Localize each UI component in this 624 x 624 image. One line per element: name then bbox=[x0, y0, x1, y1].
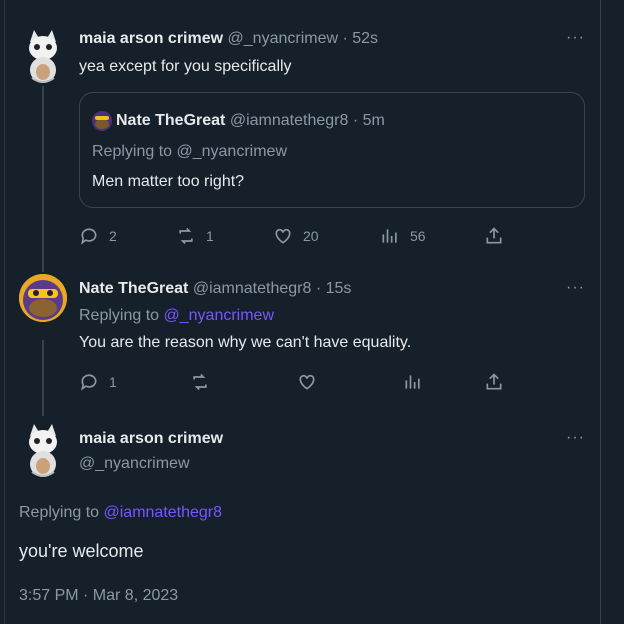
like-icon bbox=[275, 228, 291, 244]
share-icon bbox=[486, 227, 502, 244]
replying-to-label: Replying to bbox=[19, 504, 100, 521]
retweet-button[interactable] bbox=[190, 372, 210, 392]
quoted-author-name: Nate TheGreat bbox=[116, 112, 226, 129]
tweet-text: You are the reason why we can't have equ… bbox=[79, 334, 412, 351]
avatar bbox=[92, 111, 112, 131]
quoted-author-handle: @iamnatethegr8 bbox=[229, 112, 349, 129]
tweet-text: you're welcome bbox=[19, 541, 144, 561]
retweet-icon bbox=[193, 373, 207, 391]
like-button[interactable]: 20 bbox=[273, 226, 319, 246]
avatar[interactable] bbox=[22, 422, 64, 478]
replying-to-handle[interactable]: @_nyancrimew bbox=[164, 307, 275, 324]
author-handle[interactable]: @_nyancrimew bbox=[79, 455, 190, 473]
tweet-timestamp[interactable]: 3:57 PM · Mar 8, 2023 bbox=[19, 587, 178, 605]
more-icon[interactable]: ··· bbox=[566, 29, 585, 47]
replying-to: Replying to @_nyancrimew bbox=[79, 307, 274, 325]
retweet-icon bbox=[179, 227, 193, 245]
thread-connector bbox=[42, 340, 44, 416]
quoted-tweet-time: · 5m bbox=[352, 112, 385, 129]
author-handle[interactable]: @iamnatethegr8 bbox=[193, 280, 312, 297]
reply-icon bbox=[81, 374, 97, 391]
reply-button[interactable]: 1 bbox=[79, 372, 117, 392]
tweet-time[interactable]: · 52s bbox=[342, 30, 378, 47]
share-button[interactable] bbox=[484, 372, 504, 392]
more-icon[interactable]: ··· bbox=[566, 429, 585, 447]
views-button[interactable] bbox=[403, 372, 423, 392]
quoted-replying-to: Replying to @_nyancrimew bbox=[92, 143, 287, 160]
quoted-tweet[interactable]: Nate TheGreat @iamnatethegr8 · 5m Replyi… bbox=[79, 92, 585, 208]
like-count: 20 bbox=[303, 228, 319, 244]
reply-icon bbox=[81, 228, 97, 245]
avatar[interactable] bbox=[19, 274, 67, 322]
thread-connector bbox=[42, 86, 44, 272]
like-button[interactable] bbox=[297, 372, 317, 392]
views-icon bbox=[382, 229, 397, 243]
cat-avatar-icon bbox=[29, 30, 57, 83]
column-border-left bbox=[4, 0, 5, 624]
author-name[interactable]: maia arson crimew bbox=[79, 30, 223, 47]
like-icon bbox=[299, 374, 315, 390]
frog-avatar-icon bbox=[19, 274, 67, 322]
author-name[interactable]: Nate TheGreat bbox=[79, 280, 188, 297]
view-count: 56 bbox=[410, 228, 426, 244]
author-handle[interactable]: @_nyancrimew bbox=[228, 30, 339, 47]
reply-button[interactable]: 2 bbox=[79, 226, 117, 246]
column-border-right bbox=[600, 0, 601, 624]
quoted-tweet-text: Men matter too right? bbox=[92, 173, 245, 190]
frog-avatar-icon bbox=[92, 111, 112, 131]
reply-count: 2 bbox=[109, 228, 117, 244]
tweet-text: yea except for you specifically bbox=[79, 58, 292, 75]
tweet-time[interactable]: · 15s bbox=[316, 280, 352, 297]
thread-view: maia arson crimew @_nyancrimew · 52s ···… bbox=[0, 0, 624, 624]
reply-count: 1 bbox=[109, 374, 117, 390]
retweet-button[interactable]: 1 bbox=[176, 226, 214, 246]
replying-to-label: Replying to bbox=[79, 307, 160, 324]
author-name[interactable]: maia arson crimew bbox=[79, 430, 223, 448]
more-icon[interactable]: ··· bbox=[566, 279, 585, 297]
replying-to: Replying to @iamnatethegr8 bbox=[19, 504, 222, 522]
share-icon bbox=[486, 373, 502, 390]
views-icon bbox=[405, 375, 420, 389]
avatar[interactable] bbox=[22, 28, 64, 84]
views-button[interactable]: 56 bbox=[380, 226, 426, 246]
cat-avatar-icon bbox=[29, 424, 57, 477]
replying-to-handle[interactable]: @iamnatethegr8 bbox=[104, 504, 223, 521]
retweet-count: 1 bbox=[206, 228, 214, 244]
share-button[interactable] bbox=[484, 226, 504, 246]
